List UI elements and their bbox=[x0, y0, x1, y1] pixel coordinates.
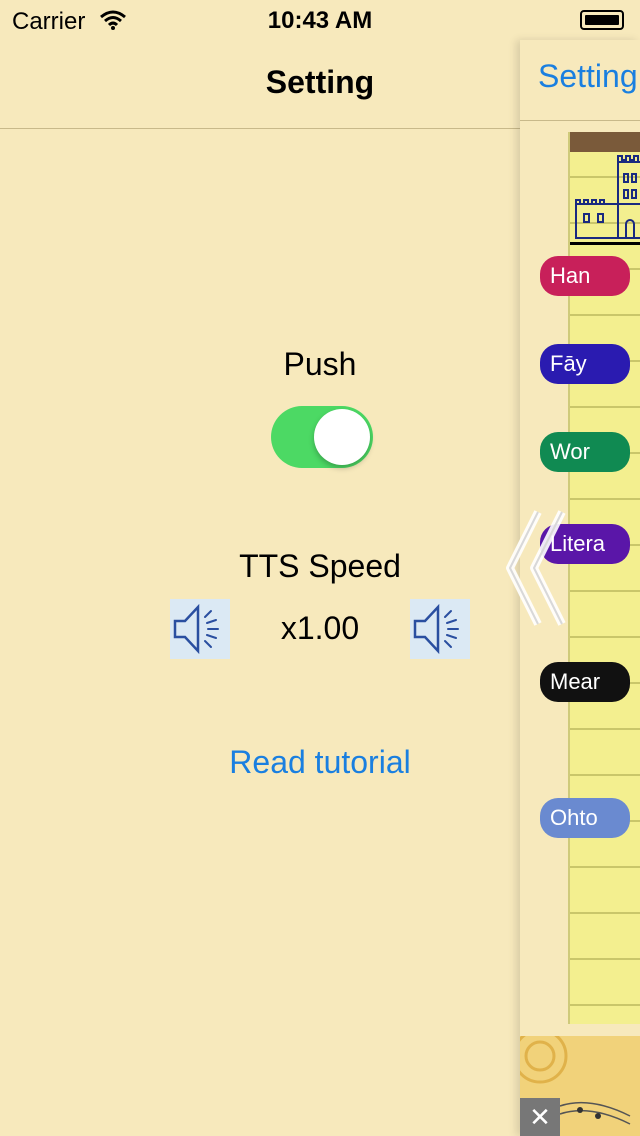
castle-icon bbox=[575, 155, 640, 239]
category-pill[interactable]: Han bbox=[540, 256, 630, 296]
status-time: 10:43 AM bbox=[267, 7, 373, 34]
increase-speed-button[interactable] bbox=[410, 599, 470, 659]
category-pill[interactable]: Wor bbox=[540, 432, 630, 472]
ad-banner[interactable]: ✕ bbox=[520, 1028, 640, 1136]
category-pill[interactable]: Ohto bbox=[540, 798, 630, 838]
main-navbar: Setting bbox=[520, 40, 640, 121]
toggle-knob bbox=[314, 409, 370, 465]
category-pill[interactable]: Fāy bbox=[540, 344, 630, 384]
push-toggle[interactable] bbox=[271, 406, 373, 468]
category-pill[interactable]: Mear bbox=[540, 662, 630, 702]
status-bar: Carrier 10:43 AM bbox=[0, 0, 640, 40]
close-icon[interactable]: ✕ bbox=[520, 1098, 560, 1136]
settings-nav-button[interactable]: Setting bbox=[538, 58, 638, 95]
speaker-icon bbox=[413, 603, 459, 655]
swipe-chevron-icon[interactable] bbox=[500, 506, 570, 635]
battery-icon bbox=[580, 10, 624, 30]
